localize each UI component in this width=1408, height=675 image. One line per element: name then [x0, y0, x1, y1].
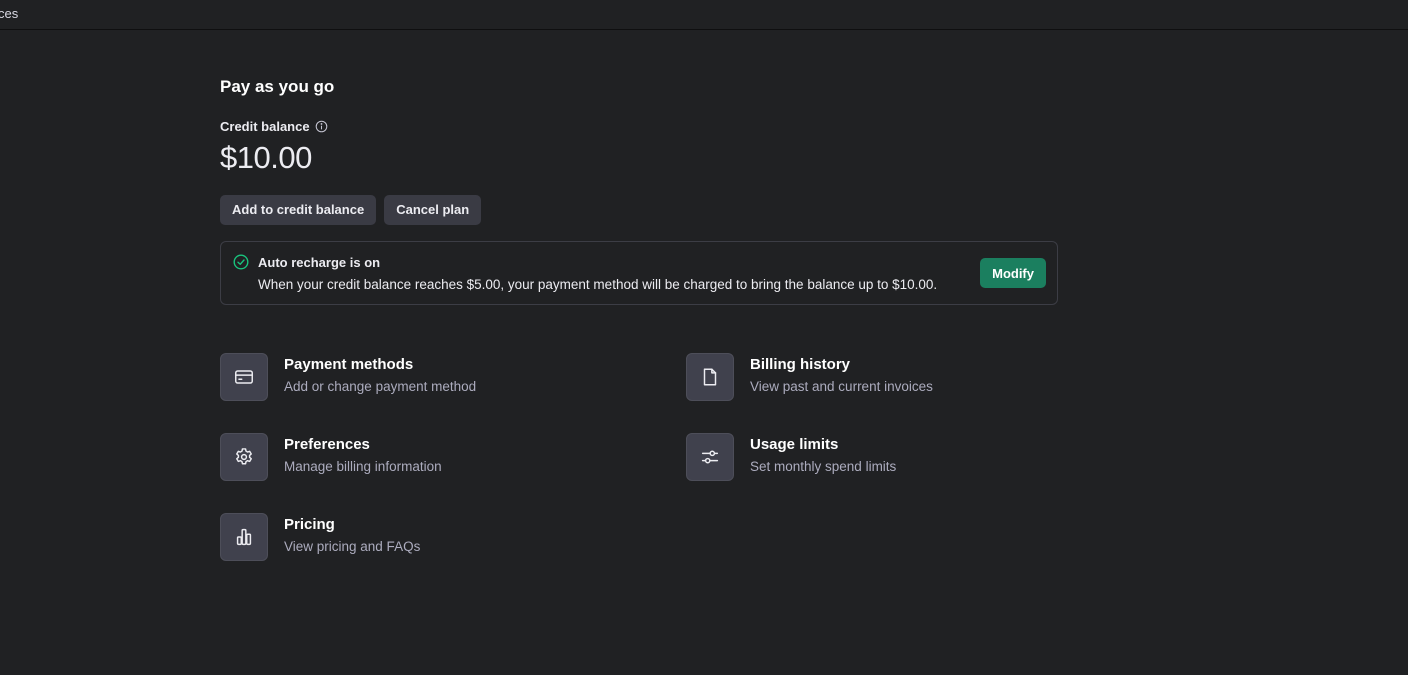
credit-balance-label-row: Credit balance	[220, 119, 328, 134]
credit-balance-label: Credit balance	[220, 119, 310, 134]
card-subtitle: View pricing and FAQs	[284, 539, 421, 554]
cancel-plan-button[interactable]: Cancel plan	[384, 195, 482, 225]
billing-history-card[interactable]: Billing history View past and current in…	[686, 353, 1086, 403]
check-circle-icon	[233, 254, 249, 270]
bar-chart-icon	[220, 513, 268, 561]
document-icon	[686, 353, 734, 401]
top-bar: ces	[0, 0, 1408, 30]
credit-balance-amount: $10.00	[220, 140, 312, 175]
auto-recharge-title: Auto recharge is on	[258, 255, 381, 270]
auto-recharge-description: When your credit balance reaches $5.00, …	[258, 277, 938, 292]
card-subtitle: Set monthly spend limits	[750, 459, 897, 474]
balance-actions: Add to credit balance Cancel plan	[220, 195, 482, 225]
auto-recharge-notice: Auto recharge is on When your credit bal…	[220, 241, 1058, 305]
card-title: Payment methods	[284, 356, 414, 373]
credit-card-icon	[220, 353, 268, 401]
card-title: Preferences	[284, 436, 370, 453]
sliders-icon	[686, 433, 734, 481]
card-subtitle: View past and current invoices	[750, 379, 933, 394]
pricing-card[interactable]: Pricing View pricing and FAQs	[220, 513, 620, 563]
card-subtitle: Add or change payment method	[284, 379, 477, 394]
card-subtitle: Manage billing information	[284, 459, 442, 474]
card-title: Billing history	[750, 356, 851, 373]
gear-icon	[220, 433, 268, 481]
info-icon[interactable]	[315, 120, 328, 133]
card-title: Pricing	[284, 516, 335, 533]
preferences-card[interactable]: Preferences Manage billing information	[220, 433, 620, 483]
page-title: Pay as you go	[220, 77, 335, 96]
add-to-credit-balance-button[interactable]: Add to credit balance	[220, 195, 377, 225]
top-bar-tab-label[interactable]: ces	[0, 6, 18, 21]
usage-limits-card[interactable]: Usage limits Set monthly spend limits	[686, 433, 1086, 483]
payment-methods-card[interactable]: Payment methods Add or change payment me…	[220, 353, 620, 403]
modify-button[interactable]: Modify	[980, 258, 1046, 288]
card-title: Usage limits	[750, 436, 839, 453]
